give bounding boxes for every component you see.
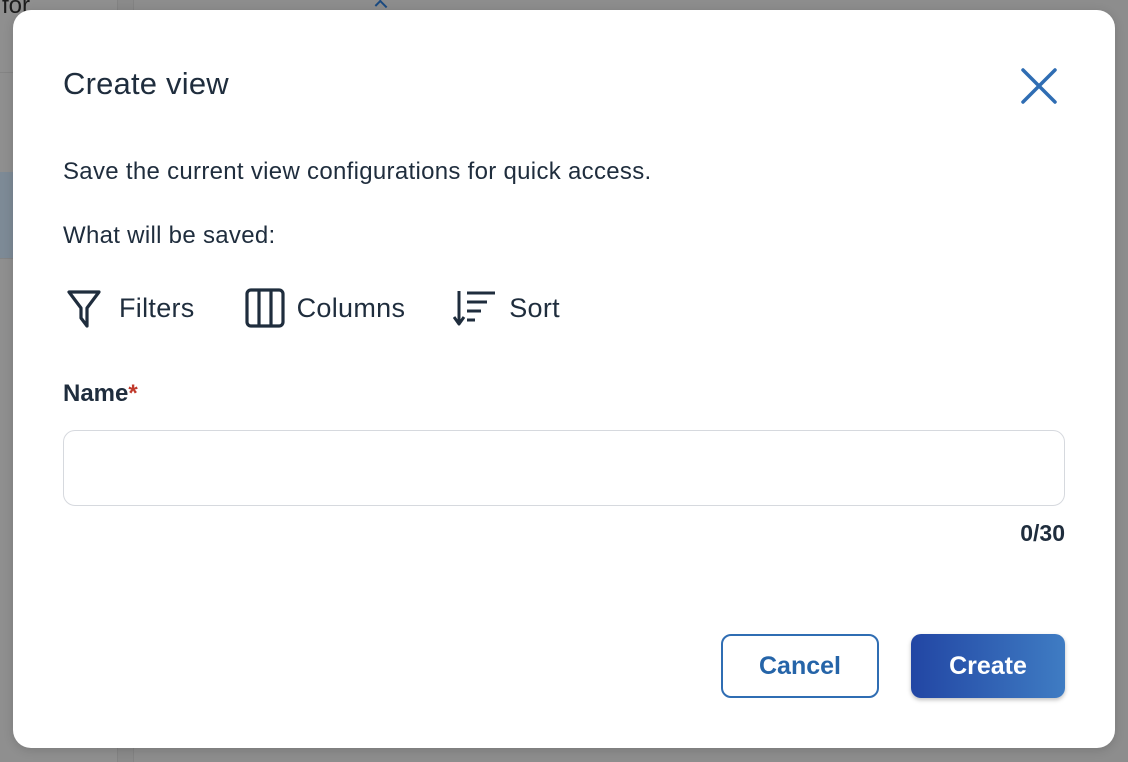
columns-icon bbox=[243, 286, 287, 330]
name-label-text: Name bbox=[63, 380, 129, 407]
create-view-dialog: Create view Save the current view config… bbox=[13, 10, 1115, 748]
background-selected-item bbox=[0, 172, 14, 258]
required-marker: * bbox=[128, 380, 138, 407]
name-field-label: Name* bbox=[63, 380, 138, 408]
close-button[interactable] bbox=[1015, 62, 1063, 110]
character-count: 0/30 bbox=[1020, 520, 1065, 546]
saved-item-columns: Columns bbox=[243, 286, 406, 330]
close-icon bbox=[1021, 68, 1057, 104]
name-input[interactable] bbox=[63, 430, 1065, 506]
saved-item-sort: Sort bbox=[453, 286, 560, 330]
create-button[interactable]: Create bbox=[911, 634, 1065, 698]
saved-item-filters: Filters bbox=[63, 286, 195, 330]
filter-icon bbox=[63, 286, 107, 330]
saved-item-label: Sort bbox=[509, 292, 560, 323]
dialog-description: Save the current view configurations for… bbox=[63, 158, 652, 185]
saved-items-heading: What will be saved: bbox=[63, 222, 276, 249]
saved-items-list: Filters Columns Sort bbox=[63, 286, 608, 330]
saved-item-label: Filters bbox=[119, 292, 195, 323]
saved-item-label: Columns bbox=[296, 292, 406, 323]
dialog-title: Create view bbox=[63, 66, 229, 101]
sort-icon bbox=[453, 286, 497, 330]
cancel-button[interactable]: Cancel bbox=[721, 634, 879, 698]
